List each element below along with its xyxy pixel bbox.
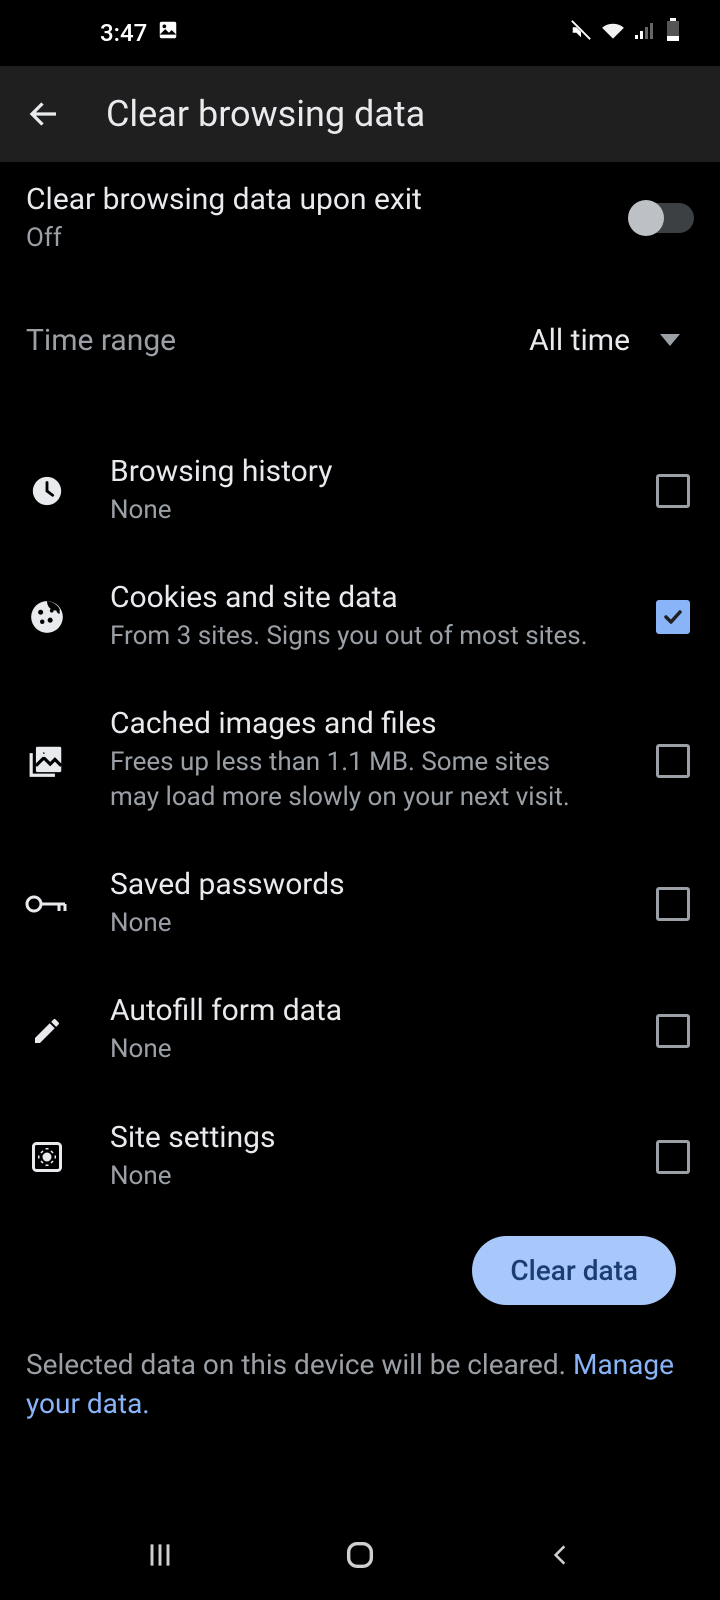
page-title: Clear browsing data [106,93,425,135]
item-subtitle: None [110,1159,596,1194]
item-title: Browsing history [110,454,596,489]
data-type-item[interactable]: Cached images and files Frees up less tha… [0,680,720,841]
item-title: Saved passwords [110,867,596,902]
item-checkbox[interactable] [656,744,690,778]
clear-on-exit-title: Clear browsing data upon exit [26,182,422,217]
item-subtitle: Frees up less than 1.1 MB. Some sites ma… [110,745,596,815]
pencil-icon [24,1008,70,1054]
time-range-label: Time range [26,323,176,358]
time-range-select[interactable]: All time [529,323,680,358]
clear-on-exit-row[interactable]: Clear browsing data upon exit Off [0,162,720,293]
navigation-bar [0,1510,720,1600]
item-title: Site settings [110,1120,596,1155]
item-title: Cached images and files [110,706,596,741]
app-bar: Clear browsing data [0,66,720,162]
time-range-row[interactable]: Time range All time [0,293,720,388]
data-type-item[interactable]: Cookies and site data From 3 sites. Signs… [0,554,720,680]
item-title: Autofill form data [110,993,596,1028]
vibrate-icon [570,19,592,47]
footer-text: Selected data on this device will be cle… [0,1305,720,1423]
data-type-list: Browsing history None Cookies and site dat… [0,388,720,1220]
item-text: Site settings None [110,1120,616,1194]
clear-on-exit-state: Off [26,223,422,253]
item-subtitle: None [110,906,596,941]
item-checkbox[interactable] [656,600,690,634]
item-checkbox[interactable] [656,887,690,921]
cookie-icon [24,594,70,640]
battery-icon [666,18,680,48]
gear-card-icon [24,1134,70,1180]
item-title: Cookies and site data [110,580,596,615]
item-text: Cookies and site data From 3 sites. Signs… [110,580,616,654]
key-icon [24,881,70,927]
status-left: 3:47 [100,19,179,47]
item-text: Cached images and files Frees up less tha… [110,706,616,815]
item-checkbox[interactable] [656,1140,690,1174]
chevron-down-icon [660,331,680,350]
item-checkbox[interactable] [656,1014,690,1048]
screenshot-icon [157,19,179,47]
wifi-icon [600,19,626,47]
data-type-item[interactable]: Autofill form data None [0,967,720,1093]
nav-home-button[interactable] [330,1525,390,1585]
back-button[interactable] [24,94,64,134]
status-time: 3:47 [100,19,147,47]
footer-message: Selected data on this device will be cle… [26,1348,573,1381]
item-text: Autofill form data None [110,993,616,1067]
image-icon [24,738,70,784]
item-checkbox[interactable] [656,474,690,508]
item-text: Saved passwords None [110,867,616,941]
clock-icon [24,468,70,514]
data-type-item[interactable]: Saved passwords None [0,841,720,967]
time-range-value: All time [529,323,630,358]
item-text: Browsing history None [110,454,616,528]
item-subtitle: None [110,493,596,528]
clear-on-exit-toggle[interactable] [630,203,694,233]
item-subtitle: From 3 sites. Signs you out of most site… [110,619,596,654]
clear-data-button[interactable]: Clear data [472,1236,676,1305]
nav-back-button[interactable] [530,1525,590,1585]
status-bar: 3:47 [0,0,720,66]
status-right [570,18,680,48]
data-type-item[interactable]: Site settings None [0,1094,720,1220]
nav-recents-button[interactable] [130,1525,190,1585]
signal-icon [634,19,658,47]
action-row: Clear data [0,1220,720,1305]
item-subtitle: None [110,1032,596,1067]
data-type-item[interactable]: Browsing history None [0,428,720,554]
